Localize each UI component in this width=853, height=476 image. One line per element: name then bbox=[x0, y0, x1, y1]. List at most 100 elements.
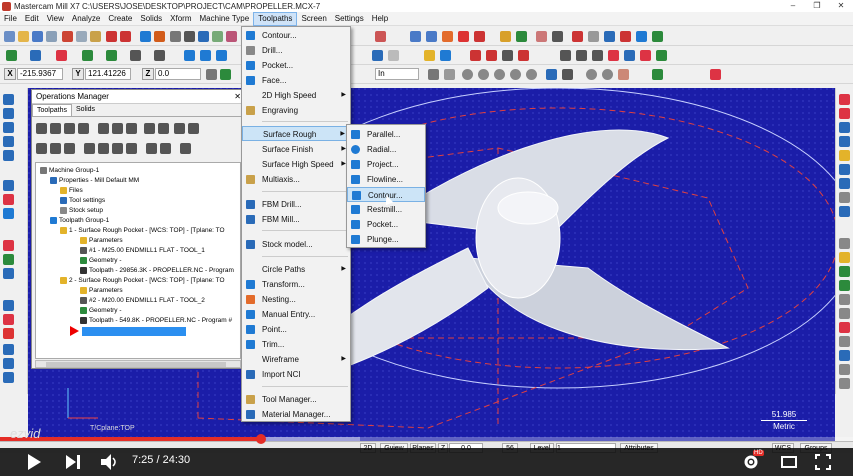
ellipse-icon[interactable] bbox=[652, 31, 663, 42]
zoom-window-icon[interactable] bbox=[170, 31, 181, 42]
menu-item-face[interactable]: Face... bbox=[242, 73, 350, 88]
fit-icon[interactable] bbox=[198, 31, 209, 42]
tree-node-toolpath-file-2[interactable]: Toolpath - 549.8K - PROPELLER.NC - Progr… bbox=[80, 316, 232, 325]
tree-node-operation-2[interactable]: 2 - Surface Rough Pocket - [WCS: TOP] - … bbox=[60, 276, 225, 285]
tree-node-machine-group[interactable]: Machine Group-1 bbox=[40, 166, 99, 175]
point-create-icon[interactable] bbox=[516, 31, 527, 42]
rectangle-icon[interactable] bbox=[106, 50, 117, 61]
backplot-ops-icon[interactable] bbox=[98, 123, 109, 134]
menu-item-tool-manager[interactable]: Tool Manager... bbox=[242, 392, 350, 407]
menu-item-surface-high-speed[interactable]: Surface High Speed ▶ bbox=[242, 157, 350, 172]
rtool-5-icon[interactable] bbox=[839, 150, 850, 161]
submenu-item-project[interactable]: Project... bbox=[347, 157, 425, 172]
new-file-icon[interactable] bbox=[4, 31, 15, 42]
menu-item-point[interactable]: Point... bbox=[242, 322, 350, 337]
toggle-display-icon[interactable] bbox=[640, 50, 651, 61]
tab-solids[interactable]: Solids bbox=[72, 104, 99, 116]
rtool-8-icon[interactable] bbox=[839, 192, 850, 203]
line-icon[interactable] bbox=[30, 50, 41, 61]
tree-node-tool-settings[interactable]: Tool settings bbox=[60, 196, 105, 205]
units-select[interactable]: In bbox=[375, 68, 419, 80]
save-icon[interactable] bbox=[32, 31, 43, 42]
line-create-icon[interactable] bbox=[536, 31, 547, 42]
tool-13-icon[interactable] bbox=[3, 314, 14, 325]
rtool-11-icon[interactable] bbox=[839, 252, 850, 263]
simulate-icon[interactable] bbox=[126, 123, 137, 134]
view-iso-icon[interactable] bbox=[458, 31, 469, 42]
insert-arrow-icon[interactable] bbox=[112, 143, 123, 154]
blank-icon[interactable] bbox=[618, 69, 629, 80]
lighting-icon[interactable] bbox=[562, 69, 573, 80]
tool-3-icon[interactable] bbox=[3, 122, 14, 133]
insert-arrow-marker-icon[interactable] bbox=[70, 326, 79, 336]
menu-machine-type[interactable]: Machine Type bbox=[196, 12, 254, 26]
video-progress-bar[interactable] bbox=[0, 434, 853, 444]
view-side-icon[interactable] bbox=[442, 31, 453, 42]
backside-icon[interactable] bbox=[510, 69, 521, 80]
next-icon[interactable] bbox=[64, 453, 82, 471]
select-dirty-icon[interactable] bbox=[50, 123, 61, 134]
menu-xform[interactable]: Xform bbox=[166, 12, 195, 26]
sketch-icon[interactable] bbox=[500, 31, 511, 42]
post-icon[interactable] bbox=[592, 50, 603, 61]
shaded-view-icon[interactable] bbox=[462, 69, 473, 80]
menu-settings[interactable]: Settings bbox=[331, 12, 368, 26]
circle-icon[interactable] bbox=[56, 50, 67, 61]
rtool-2-icon[interactable] bbox=[839, 108, 850, 119]
paste-icon[interactable] bbox=[90, 31, 101, 42]
repaint-icon[interactable] bbox=[212, 31, 223, 42]
menu-create[interactable]: Create bbox=[104, 12, 136, 26]
unzoom-icon[interactable] bbox=[226, 31, 237, 42]
trim-break-icon[interactable] bbox=[130, 50, 141, 61]
tool-9-icon[interactable] bbox=[3, 240, 14, 251]
toggle-display-ops-icon[interactable] bbox=[64, 143, 75, 154]
tree-horizontal-scrollbar[interactable] bbox=[35, 360, 241, 368]
xform-rotate-icon[interactable] bbox=[200, 50, 211, 61]
delete-icon[interactable] bbox=[140, 31, 151, 42]
tree-node-tool-1[interactable]: #1 - M25.00 ENDMILL1 FLAT - TOOL_1 bbox=[80, 246, 205, 255]
menu-item-import-nci[interactable]: Import NCI bbox=[242, 367, 350, 382]
lock-ops-icon[interactable] bbox=[656, 50, 667, 61]
join-icon[interactable] bbox=[154, 50, 165, 61]
tool-10-icon[interactable] bbox=[3, 254, 14, 265]
maximize-button[interactable]: ❐ bbox=[805, 0, 829, 12]
menu-help[interactable]: Help bbox=[368, 12, 392, 26]
tool-11-icon[interactable] bbox=[3, 268, 14, 279]
tool-12-icon[interactable] bbox=[3, 300, 14, 311]
rtool-6-icon[interactable] bbox=[839, 164, 850, 175]
menu-item-fbm-drill[interactable]: FBM Drill... bbox=[242, 197, 350, 212]
minimize-button[interactable]: – bbox=[781, 0, 805, 12]
delete-ops-icon[interactable] bbox=[174, 123, 185, 134]
hide-icon[interactable] bbox=[602, 69, 613, 80]
rtool-17-icon[interactable] bbox=[839, 336, 850, 347]
rtool-14-icon[interactable] bbox=[839, 294, 850, 305]
surface-ruled-icon[interactable] bbox=[424, 50, 435, 61]
rtool-16-icon[interactable] bbox=[839, 322, 850, 333]
only-display-icon[interactable] bbox=[146, 143, 157, 154]
submenu-item-flowline[interactable]: Flowline... bbox=[347, 172, 425, 187]
menu-solids[interactable]: Solids bbox=[136, 12, 166, 26]
submenu-item-parallel[interactable]: Parallel... bbox=[347, 127, 425, 142]
zoom-target-icon[interactable] bbox=[184, 31, 195, 42]
submenu-item-plunge[interactable]: Plunge... bbox=[347, 232, 425, 247]
rtool-18-icon[interactable] bbox=[839, 350, 850, 361]
tool-8-icon[interactable] bbox=[3, 208, 14, 219]
rtool-19-icon[interactable] bbox=[839, 364, 850, 375]
x-coordinate-input[interactable]: -215.9367 bbox=[17, 68, 63, 80]
select-all-icon[interactable] bbox=[36, 123, 47, 134]
menu-item-material-manager[interactable]: Material Manager... bbox=[242, 407, 350, 422]
menu-item-surface-finish[interactable]: Surface Finish ▶ bbox=[242, 142, 350, 157]
menu-item-multiaxis[interactable]: Multiaxis... bbox=[242, 172, 350, 187]
move-up-icon[interactable] bbox=[98, 143, 109, 154]
plus-point-icon[interactable] bbox=[6, 50, 17, 61]
color-icon[interactable] bbox=[710, 69, 721, 80]
regen-dirty-icon[interactable] bbox=[78, 123, 89, 134]
redo-icon[interactable] bbox=[120, 31, 131, 42]
high-feed-icon[interactable] bbox=[158, 123, 169, 134]
dimension-icon[interactable] bbox=[518, 50, 529, 61]
table-icon[interactable] bbox=[486, 50, 497, 61]
rtool-12-icon[interactable] bbox=[839, 266, 850, 277]
move-down-icon[interactable] bbox=[84, 143, 95, 154]
view-front-icon[interactable] bbox=[426, 31, 437, 42]
wireframe-view-icon[interactable] bbox=[428, 69, 439, 80]
